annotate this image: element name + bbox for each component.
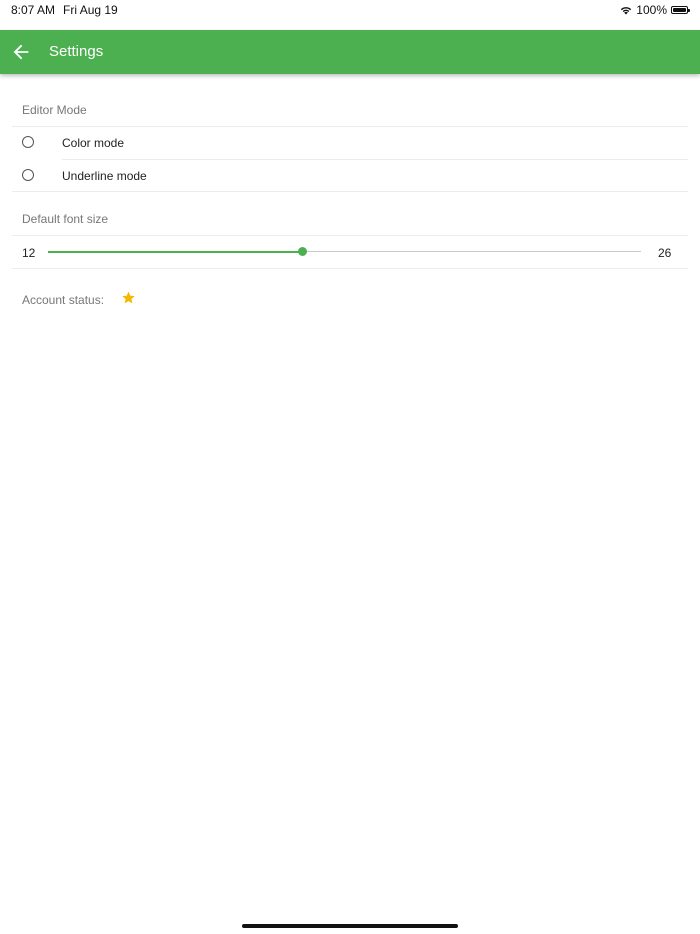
font-size-slider[interactable] <box>48 247 641 256</box>
radio-underline-mode[interactable]: Underline mode <box>0 160 700 192</box>
back-button[interactable] <box>10 41 32 63</box>
radio-button[interactable] <box>22 136 34 148</box>
star-icon <box>122 291 135 304</box>
font-size-slider-row: 12 26 <box>0 236 700 268</box>
radio-color-mode[interactable]: Color mode <box>0 127 700 159</box>
slider-fill <box>48 250 303 253</box>
slider-min-label: 12 <box>22 246 36 260</box>
battery-fill <box>673 8 686 12</box>
radio-button[interactable] <box>22 169 34 181</box>
status-bar: 8:07 AM Fri Aug 19 100% <box>0 0 700 30</box>
editor-mode-label: Editor Mode <box>22 103 87 117</box>
status-left: 8:07 AM Fri Aug 19 <box>11 3 118 17</box>
radio-label-underline-mode: Underline mode <box>62 169 147 183</box>
font-size-label: Default font size <box>22 212 109 226</box>
arrow-left-icon <box>13 44 29 60</box>
slider-thumb[interactable] <box>297 247 307 256</box>
status-date: Fri Aug 19 <box>63 3 118 17</box>
slider-max-label: 26 <box>658 246 672 260</box>
status-time: 8:07 AM <box>11 3 56 17</box>
divider <box>12 191 688 192</box>
home-indicator <box>242 924 458 928</box>
page-title: Settings <box>49 43 104 60</box>
wifi-icon <box>621 6 632 14</box>
radio-label-color-mode: Color mode <box>62 136 125 150</box>
status-right: 100% <box>620 3 690 17</box>
account-status-label: Account status: <box>22 293 105 307</box>
battery-icon <box>671 6 690 14</box>
battery-percent: 100% <box>636 3 667 17</box>
divider <box>12 268 688 269</box>
app-bar: Settings <box>0 30 700 74</box>
